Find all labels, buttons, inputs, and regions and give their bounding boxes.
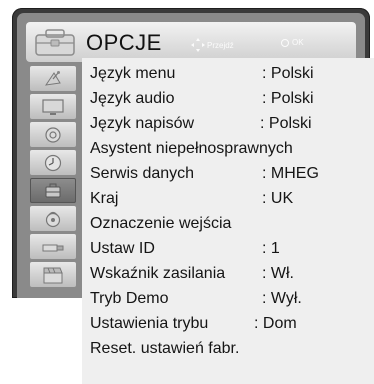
options-menu-list: Język menu : Polski Język audio : Polski… (82, 58, 374, 384)
menu-item-set-id[interactable]: Ustaw ID : 1 (82, 237, 352, 261)
category-options[interactable] (30, 178, 76, 203)
move-hint-label: Przejdź (207, 40, 234, 50)
menu-item-value: : Dom (254, 315, 297, 332)
menu-item-value: : Wł. (262, 265, 294, 282)
usb-plug-icon (42, 244, 64, 251)
menu-item-label: Ustawienia trybu (90, 315, 209, 332)
toolbox-icon (35, 29, 75, 56)
menu-item-label: Język napisów (90, 115, 195, 132)
menu-item-menu-language[interactable]: Język menu : Polski (82, 62, 352, 86)
ok-button-icon (281, 38, 289, 47)
page-title: OPCJE (86, 30, 162, 55)
category-lock[interactable] (30, 206, 76, 231)
category-media[interactable] (30, 262, 76, 287)
navigation-arrows-icon (191, 38, 205, 52)
menu-item-label: Tryb Demo (90, 290, 169, 307)
menu-item-label: Reset. ustawień fabr. (90, 340, 240, 357)
menu-item-subtitle-language[interactable]: Język napisów : Polski (82, 112, 352, 136)
menu-item-label: Język audio (90, 90, 175, 107)
satellite-dish-icon (44, 70, 61, 86)
menu-item-value: : MHEG (262, 165, 319, 182)
clapperboard-icon (43, 267, 63, 283)
menu-item-audio-language[interactable]: Język audio : Polski (82, 87, 352, 111)
menu-item-label: Serwis danych (90, 165, 195, 182)
menu-item-label: Kraj (90, 190, 119, 207)
menu-item-value: : Polski (262, 65, 314, 82)
monitor-icon (42, 98, 64, 115)
category-audio[interactable] (30, 122, 76, 147)
ok-hint-label: OK (292, 38, 304, 47)
menu-item-value: : Polski (260, 115, 312, 132)
clock-icon (44, 154, 62, 171)
menu-header: OPCJE Przejdź OK (26, 22, 356, 62)
menu-item-disability-assistance[interactable]: Asystent niepełnosprawnych (82, 137, 352, 161)
ok-hint: OK (281, 38, 304, 47)
category-time[interactable] (30, 150, 76, 175)
menu-item-mode-setting[interactable]: Ustawienia trybu : Dom (82, 312, 352, 336)
menu-item-value: : Wył. (262, 290, 302, 307)
menu-item-value: : UK (262, 190, 294, 207)
menu-item-data-service[interactable]: Serwis danych : MHEG (82, 162, 352, 186)
menu-item-label: Wskaźnik zasilania (90, 265, 226, 282)
menu-item-input-label[interactable]: Oznaczenie wejścia (82, 212, 352, 236)
category-picture[interactable] (30, 94, 76, 119)
speaker-icon (45, 126, 61, 143)
menu-item-factory-reset[interactable]: Reset. ustawień fabr. (82, 337, 352, 361)
category-input[interactable] (30, 234, 76, 259)
move-hint: Przejdź (191, 38, 234, 52)
menu-item-label: Ustaw ID (90, 240, 155, 257)
category-channel[interactable] (30, 66, 76, 91)
lock-icon (45, 183, 61, 197)
menu-item-value: : 1 (262, 240, 280, 257)
menu-item-label: Oznaczenie wejścia (90, 215, 232, 232)
menu-item-demo-mode[interactable]: Tryb Demo : Wył. (82, 287, 352, 311)
category-sidebar (26, 66, 80, 294)
menu-item-power-indicator[interactable]: Wskaźnik zasilania : Wł. (82, 262, 352, 286)
menu-item-value: : Polski (262, 90, 314, 107)
globe-icon (45, 211, 61, 227)
menu-item-label: Język menu (90, 65, 176, 82)
menu-item-label: Asystent niepełnosprawnych (90, 140, 293, 157)
menu-item-country[interactable]: Kraj : UK (82, 187, 352, 211)
